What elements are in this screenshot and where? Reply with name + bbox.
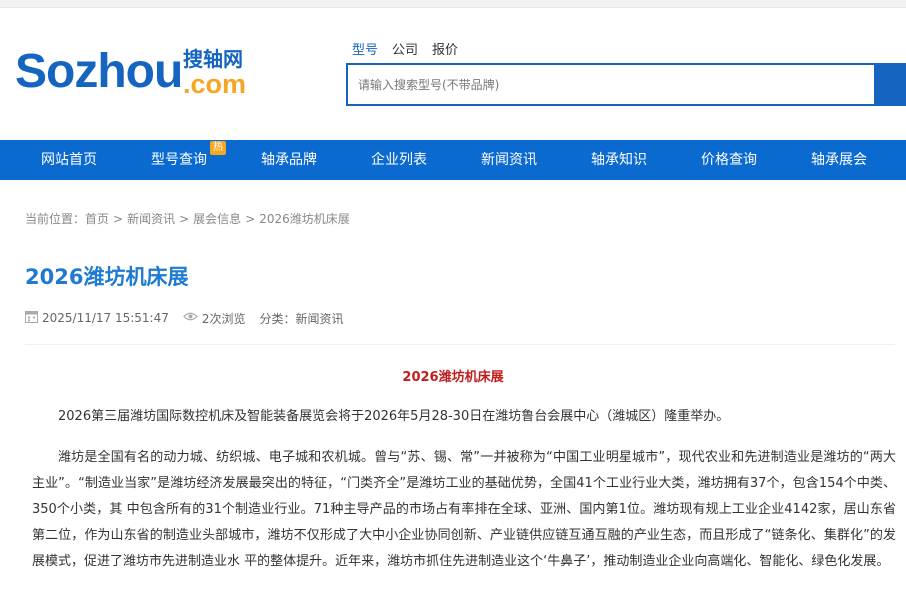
logo-wordmark: Sozhou — [15, 45, 183, 98]
nav-item-companies[interactable]: 企业列表 — [344, 140, 454, 180]
top-strip — [0, 0, 906, 8]
nav-item-prices[interactable]: 价格查询 — [674, 140, 784, 180]
hot-badge: 热 — [210, 141, 226, 155]
search-tab-company[interactable]: 公司 — [392, 42, 418, 60]
logo-chinese-name: 搜轴网 — [183, 47, 243, 71]
search-button[interactable] — [874, 63, 906, 106]
article-heading: 2026潍坊机床展 — [402, 370, 504, 385]
nav-item-exhibitions[interactable]: 轴承展会 — [784, 140, 894, 180]
breadcrumb: 当前位置：首页 > 新闻资讯 > 展会信息 >2026潍坊机床展 — [25, 210, 350, 227]
breadcrumb-news[interactable]: 新闻资讯 — [127, 212, 175, 226]
divider — [25, 344, 895, 345]
page-title: 2026潍坊机床展 — [25, 265, 189, 289]
breadcrumb-exhibitions[interactable]: 展会信息 — [193, 212, 241, 226]
search-type-tabs: 型号 公司 报价 — [352, 42, 458, 60]
nav-item-brands[interactable]: 轴承品牌 — [234, 140, 344, 180]
view-count: 2次浏览 — [201, 311, 246, 326]
publish-datetime: 2025/11/17 15:51:47 — [42, 311, 169, 325]
nav-item-knowledge[interactable]: 轴承知识 — [564, 140, 674, 180]
main-nav: 网站首页 型号查询 热 轴承品牌 企业列表 新闻资讯 轴承知识 价格查询 轴承展… — [0, 140, 906, 180]
search-tab-quote[interactable]: 报价 — [432, 42, 458, 60]
breadcrumb-separator: > — [179, 212, 190, 226]
article-paragraph: 潍坊是全国有名的动力城、纺织城、电子城和农机城。曾与“苏、锡、常”一并被称为“中… — [32, 450, 896, 569]
calendar-icon — [25, 310, 38, 326]
nav-item-news[interactable]: 新闻资讯 — [454, 140, 564, 180]
search-box — [346, 63, 906, 106]
search-tab-model[interactable]: 型号 — [352, 42, 378, 60]
nav-item-home[interactable]: 网站首页 — [14, 140, 124, 180]
breadcrumb-separator: > — [245, 212, 256, 226]
article-category: 分类：新闻资讯 — [259, 311, 344, 326]
logo-domain: .com — [183, 69, 247, 99]
breadcrumb-prefix: 当前位置： — [25, 212, 86, 226]
article-meta: 2025/11/17 15:51:47 2次浏览 分类：新闻资讯 — [25, 309, 344, 327]
breadcrumb-separator: > — [113, 212, 124, 226]
eye-icon — [183, 311, 198, 325]
breadcrumb-home[interactable]: 首页 — [85, 212, 109, 226]
search-input[interactable] — [348, 65, 874, 104]
article-paragraph: 2026第三届潍坊国际数控机床及智能装备展览会将于2026年5月28-30日在潍… — [58, 409, 730, 424]
breadcrumb-current: 2026潍坊机床展 — [259, 212, 350, 226]
